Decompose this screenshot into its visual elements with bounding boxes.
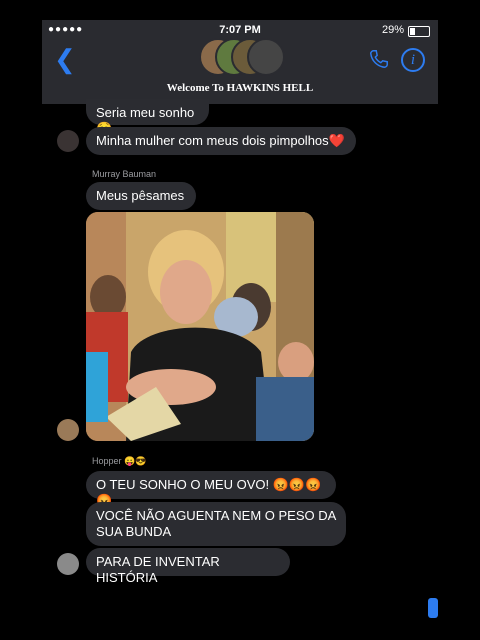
- group-avatars[interactable]: [199, 38, 285, 76]
- message-bubble[interactable]: Seria meu sonho 🤤: [86, 99, 209, 136]
- scroll-indicator[interactable]: [428, 598, 438, 618]
- chat-header: ●●●●● 7:07 PM 29% ❮ Welcome To HAWKINS H…: [42, 20, 438, 104]
- avatar[interactable]: [57, 553, 79, 575]
- avatar[interactable]: [57, 130, 79, 152]
- group-title[interactable]: Welcome To HAWKINS HELL: [42, 82, 438, 94]
- back-arrow-icon[interactable]: ❮: [54, 46, 76, 72]
- shared-photo[interactable]: [86, 212, 314, 441]
- message-text: Minha mulher com meus dois pimpolhos❤️: [96, 133, 345, 148]
- sender-name: Hopper 😛😎: [92, 456, 147, 466]
- message-bubble[interactable]: O TEU SONHO O MEU OVO! 😡😡😡😡: [86, 471, 336, 508]
- status-bar: ●●●●● 7:07 PM 29%: [42, 24, 438, 38]
- info-icon[interactable]: i: [401, 48, 425, 72]
- message-text: PARA DE INVENTAR HISTÓRIA: [96, 554, 220, 585]
- sender-name: Murray Bauman: [92, 169, 157, 179]
- avatar: [247, 38, 285, 76]
- message-bubble[interactable]: Minha mulher com meus dois pimpolhos❤️: [86, 127, 356, 155]
- phone-icon[interactable]: [368, 48, 390, 70]
- message-bubble[interactable]: PARA DE INVENTAR HISTÓRIA: [86, 548, 290, 585]
- message-bubble[interactable]: VOCÊ NÃO AGUENTA NEM O PESO DA SUA BUNDA: [86, 502, 346, 546]
- message-bubble[interactable]: Meus pêsames: [86, 182, 196, 210]
- battery-percent: 29%: [381, 24, 404, 36]
- message-text: Meus pêsames: [96, 188, 185, 203]
- status-time: 7:07 PM: [219, 24, 261, 36]
- message-text: VOCÊ NÃO AGUENTA NEM O PESO DA SUA BUNDA: [96, 508, 336, 539]
- avatar[interactable]: [57, 419, 79, 441]
- battery-icon: [408, 26, 430, 37]
